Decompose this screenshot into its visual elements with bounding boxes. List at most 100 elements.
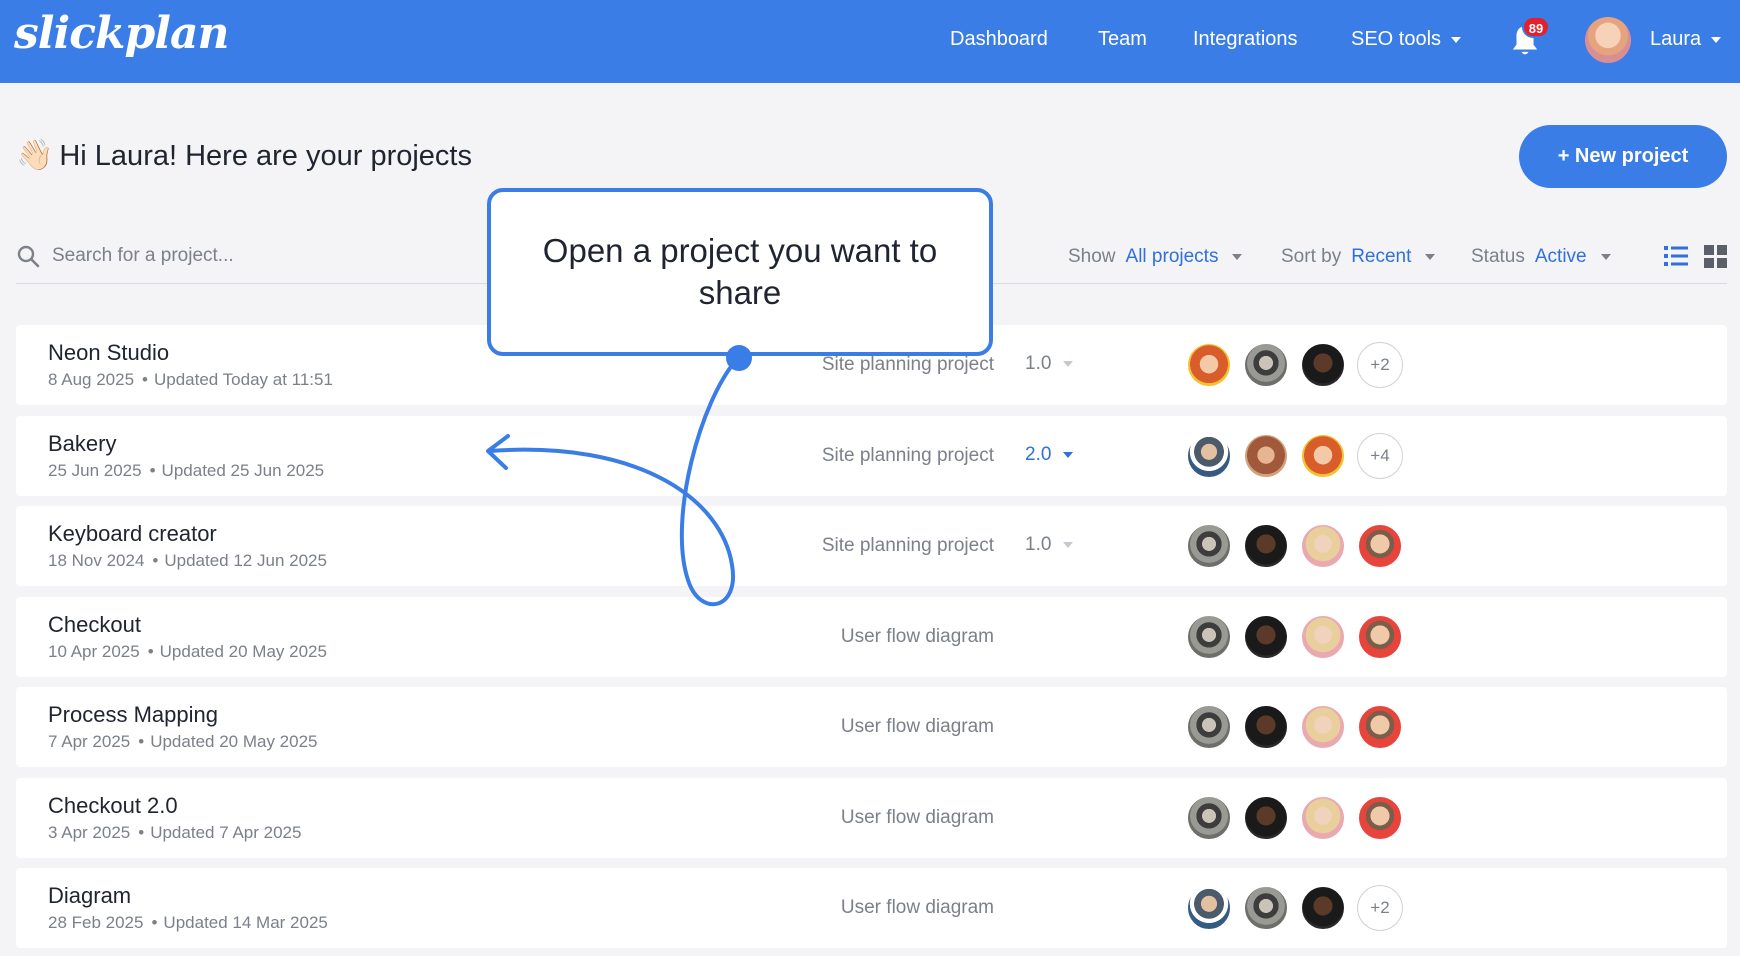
project-dates: 25 Jun 2025 • Updated 25 Jun 2025 [48,461,324,481]
project-updated: Updated 20 May 2025 [159,642,327,661]
user-avatar[interactable] [1585,17,1631,63]
list-view-icon[interactable] [1664,244,1688,268]
project-name[interactable]: Diagram [48,883,131,909]
version-label: 2.0 [1025,444,1052,465]
chevron-down-icon [1711,36,1722,43]
tutorial-callout: Open a project you want to share [487,188,993,356]
separator-dot: • [152,551,159,570]
collaborator-avatar[interactable] [1243,433,1289,479]
collaborator-avatar[interactable] [1300,614,1346,660]
user-name: Laura [1650,28,1702,50]
collaborator-avatar[interactable] [1243,523,1289,569]
project-row[interactable]: Process Mapping 7 Apr 2025 • Updated 20 May… [16,687,1727,767]
filter-status-value: Active [1534,246,1587,267]
project-dates: 28 Feb 2025 • Updated 14 Mar 2025 [48,913,328,933]
more-collaborators-badge[interactable]: +2 [1357,885,1403,931]
collaborator-avatar[interactable] [1243,704,1289,750]
greeting-text: Hi Laura! Here are your projects [59,140,472,172]
project-updated: Updated Today at 11:51 [153,370,333,389]
chevron-down-icon [1063,360,1074,367]
collaborator-avatar[interactable] [1243,885,1289,931]
top-navigation-bar: slickplan Dashboard Team Integrations SE… [0,0,1740,83]
collaborator-avatar[interactable] [1186,885,1232,931]
project-row[interactable]: Keyboard creator 18 Nov 2024 • Updated 12 J… [16,506,1727,586]
project-type: Site planning project [821,354,994,375]
filter-sort-value: Recent [1351,246,1412,267]
slickplan-logo[interactable]: slickplan [14,8,229,59]
project-created: 18 Nov 2024 [48,551,145,570]
project-name[interactable]: Neon Studio [48,340,169,366]
chevron-down-icon [1063,541,1074,548]
project-name[interactable]: Checkout 2.0 [48,793,178,819]
version-select[interactable]: 1.0 [1025,353,1074,375]
filter-status[interactable]: Status Active [1471,246,1611,268]
collaborator-avatar[interactable] [1357,704,1403,750]
chevron-down-icon [1425,253,1436,260]
project-created: 10 Apr 2025 [48,642,140,661]
project-row[interactable]: Bakery 25 Jun 2025 • Updated 25 Jun 2025 Sit… [16,416,1727,496]
collaborator-avatar[interactable] [1186,523,1232,569]
more-collaborators-badge[interactable]: +4 [1357,433,1403,479]
collaborator-avatar[interactable] [1243,342,1289,388]
user-menu[interactable]: Laura [1650,28,1722,51]
collaborator-avatar[interactable] [1186,433,1232,479]
collaborator-avatar[interactable] [1300,885,1346,931]
collaborator-avatar[interactable] [1186,795,1232,841]
collaborator-avatar[interactable] [1357,614,1403,660]
search-input[interactable] [52,240,472,272]
separator-dot: • [151,913,158,932]
filter-show-value: All projects [1125,246,1219,267]
project-row[interactable]: Diagram 28 Feb 2025 • Updated 14 Mar 2025 Us… [16,868,1727,948]
more-collaborators-badge[interactable]: +2 [1357,342,1403,388]
project-name[interactable]: Process Mapping [48,702,218,728]
project-dates: 7 Apr 2025 • Updated 20 May 2025 [48,732,318,752]
project-row[interactable]: Checkout 2.0 3 Apr 2025 • Updated 7 Apr 202… [16,778,1727,858]
collaborator-avatar[interactable] [1186,704,1232,750]
chevron-down-icon [1451,36,1462,43]
separator-dot: • [138,732,145,751]
filter-sort-label: Sort by [1281,246,1342,267]
project-row[interactable]: Checkout 10 Apr 2025 • Updated 20 May 2025 U… [16,597,1727,677]
filter-show[interactable]: Show All projects [1068,246,1243,268]
nav-integrations[interactable]: Integrations [1193,28,1298,51]
collaborator-avatar[interactable] [1357,795,1403,841]
version-select[interactable]: 2.0 [1025,444,1074,466]
filter-status-label: Status [1471,246,1525,267]
collaborator-avatar[interactable] [1300,433,1346,479]
nav-dashboard[interactable]: Dashboard [950,28,1048,51]
project-created: 7 Apr 2025 [48,732,131,751]
notification-badge: 89 [1522,16,1550,38]
separator-dot: • [149,461,156,480]
new-project-button[interactable]: + New project [1519,125,1727,188]
project-created: 28 Feb 2025 [48,913,144,932]
collaborator-avatar[interactable] [1357,523,1403,569]
collaborator-avatar[interactable] [1243,795,1289,841]
project-type: User flow diagram [840,897,994,918]
project-name[interactable]: Keyboard creator [48,521,217,547]
filter-sort[interactable]: Sort by Recent [1281,246,1436,268]
project-name[interactable]: Bakery [48,431,116,457]
callout-text: Open a project you want to share [542,232,938,311]
nav-seo-tools[interactable]: SEO tools [1351,28,1462,51]
project-updated: Updated 20 May 2025 [150,732,318,751]
collaborator-avatar[interactable] [1243,614,1289,660]
filter-show-label: Show [1068,246,1116,267]
page-title: 👋🏻 Hi Laura! Here are your projects [16,138,472,173]
collaborator-avatar[interactable] [1300,523,1346,569]
nav-team[interactable]: Team [1098,28,1147,51]
collaborator-avatar[interactable] [1300,342,1346,388]
chevron-down-icon [1232,253,1243,260]
project-updated: Updated 12 Jun 2025 [164,551,327,570]
project-type: User flow diagram [840,626,994,647]
collaborator-avatar[interactable] [1186,614,1232,660]
project-updated: Updated 7 Apr 2025 [150,823,302,842]
collaborator-avatar[interactable] [1186,342,1232,388]
separator-dot: • [142,370,148,389]
collaborator-avatar[interactable] [1300,704,1346,750]
grid-view-icon[interactable] [1704,244,1728,268]
version-select[interactable]: 1.0 [1025,534,1074,556]
version-label: 1.0 [1025,353,1052,374]
project-created: 3 Apr 2025 [48,823,131,842]
project-name[interactable]: Checkout [48,612,141,638]
collaborator-avatar[interactable] [1300,795,1346,841]
